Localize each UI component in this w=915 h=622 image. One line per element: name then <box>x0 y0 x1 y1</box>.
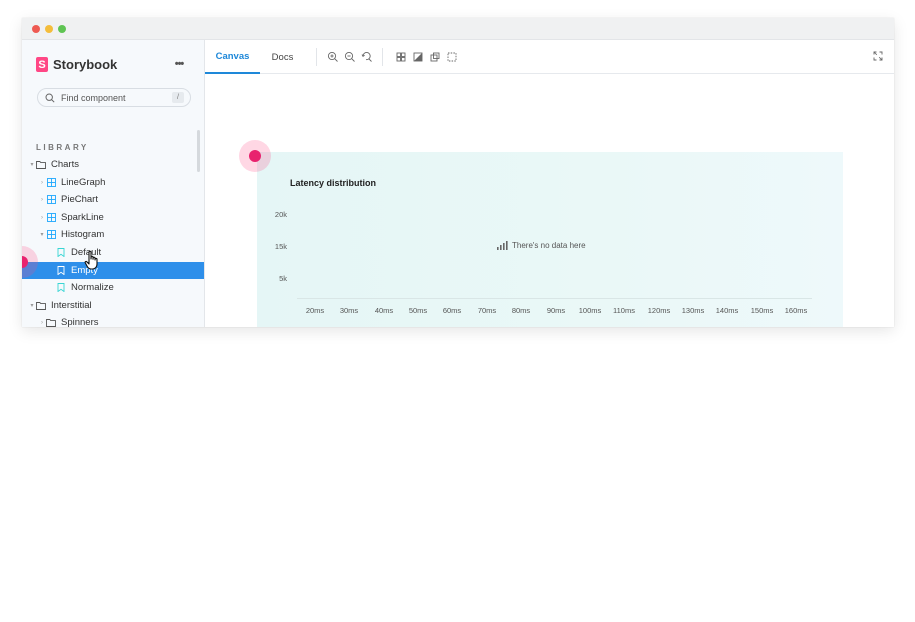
x-tick-label: 120ms <box>647 306 671 315</box>
x-tick-label: 150ms <box>750 306 774 315</box>
tree-item-histogram[interactable]: ▾ Histogram <box>22 226 204 243</box>
storybook-logo-icon: S <box>36 57 48 72</box>
preview-toolbar: Canvas Docs <box>205 40 894 74</box>
app-name: Storybook <box>53 57 118 72</box>
search-shortcut-key: / <box>172 92 184 103</box>
minimize-window-button[interactable] <box>45 25 53 33</box>
search-icon <box>45 92 55 103</box>
x-tick-label: 30ms <box>339 306 359 315</box>
tree-item-spinners[interactable]: › Spinners <box>22 314 204 327</box>
folder-icon <box>46 318 56 328</box>
tree-item-empty[interactable]: Empty <box>22 262 204 279</box>
viewport-icon[interactable] <box>429 51 441 63</box>
folder-icon <box>36 160 46 170</box>
close-window-button[interactable] <box>32 25 40 33</box>
highlight-marker-dot <box>22 256 28 268</box>
bar-chart-icon <box>497 241 508 250</box>
maximize-window-button[interactable] <box>58 25 66 33</box>
story-preview: Latency distribution 20k 15k 5k There's … <box>257 152 843 327</box>
tree-item-label: SparkLine <box>61 212 104 223</box>
x-tick-label: 60ms <box>442 306 462 315</box>
empty-state-text: There's no data here <box>512 241 586 250</box>
highlight-marker <box>239 140 271 172</box>
background-icon[interactable] <box>412 51 424 63</box>
tree-item-label: Spinners <box>61 317 99 327</box>
main-panel: Canvas Docs Latency distribution 20k 15k… <box>204 40 894 327</box>
tab-docs[interactable]: Docs <box>260 40 305 74</box>
x-tick-label: 50ms <box>408 306 428 315</box>
chart-title: Latency distribution <box>290 178 377 188</box>
tree-item-normalize[interactable]: Normalize <box>22 279 204 296</box>
x-tick-label: 80ms <box>511 306 531 315</box>
tree-item-sparkline[interactable]: › SparkLine <box>22 209 204 226</box>
x-axis-line <box>297 298 812 299</box>
x-tick-label: 20ms <box>305 306 325 315</box>
chevron-right-icon: › <box>41 196 43 203</box>
component-icon <box>46 230 56 240</box>
chevron-down-icon: ▾ <box>40 232 44 238</box>
x-tick-label: 70ms <box>477 306 497 315</box>
sidebar-menu-button[interactable]: ••• <box>170 58 188 72</box>
storybook-logo[interactable]: S Storybook <box>36 57 117 72</box>
highlight-marker-dot <box>249 150 261 162</box>
x-tick-label: 40ms <box>374 306 394 315</box>
outline-icon[interactable] <box>446 51 458 63</box>
folder-icon <box>36 301 46 311</box>
chevron-right-icon: › <box>41 319 43 326</box>
zoom-reset-icon[interactable] <box>361 51 373 63</box>
zoom-out-icon[interactable] <box>344 51 356 63</box>
grid-icon[interactable] <box>395 51 407 63</box>
sidebar: S Storybook ••• Find component / LIBRARY… <box>22 40 204 327</box>
chevron-right-icon: › <box>41 214 43 221</box>
tree-item-charts[interactable]: ▾ Charts <box>22 156 204 173</box>
x-tick-label: 100ms <box>578 306 602 315</box>
hand-cursor-icon <box>84 250 98 270</box>
search-input[interactable]: Find component / <box>37 88 191 107</box>
y-tick-label: 15k <box>274 242 287 251</box>
bookmark-icon <box>56 283 66 293</box>
bookmark-icon <box>56 248 66 258</box>
window-titlebar <box>22 18 894 40</box>
browser-window: S Storybook ••• Find component / LIBRARY… <box>22 18 894 327</box>
tree-item-label: LineGraph <box>61 177 106 188</box>
tree-item-piechart[interactable]: › PieChart <box>22 191 204 208</box>
y-tick-label: 5k <box>279 274 287 283</box>
chevron-right-icon: › <box>41 179 43 186</box>
tree-item-default[interactable]: Default <box>22 244 204 261</box>
tree-item-label: Interstitial <box>51 300 92 311</box>
y-tick-label: 20k <box>274 210 287 219</box>
component-icon <box>46 195 56 205</box>
toolbar-divider <box>316 48 317 66</box>
tree-item-interstitial[interactable]: ▾ Interstitial <box>22 297 204 314</box>
chevron-down-icon: ▾ <box>30 303 34 309</box>
x-tick-label: 140ms <box>715 306 739 315</box>
section-label-library: LIBRARY <box>36 143 89 152</box>
empty-state-message: There's no data here <box>497 241 586 250</box>
search-placeholder: Find component <box>61 92 126 103</box>
zoom-in-icon[interactable] <box>327 51 339 63</box>
tree-item-label: PieChart <box>61 194 98 205</box>
fullscreen-icon[interactable] <box>873 51 883 61</box>
x-tick-label: 90ms <box>546 306 566 315</box>
tree-item-label: Histogram <box>61 229 105 240</box>
tree-item-linegraph[interactable]: › LineGraph <box>22 174 204 191</box>
tree-item-label: Charts <box>51 159 79 170</box>
bookmark-icon <box>56 266 66 276</box>
component-icon <box>46 178 56 188</box>
chevron-down-icon: ▾ <box>30 162 34 168</box>
component-icon <box>46 213 56 223</box>
tree-item-label: Normalize <box>71 282 114 293</box>
tab-canvas[interactable]: Canvas <box>205 40 260 74</box>
x-tick-label: 160ms <box>784 306 808 315</box>
x-tick-label: 110ms <box>613 306 635 315</box>
toolbar-divider <box>382 48 383 66</box>
x-tick-label: 130ms <box>681 306 705 315</box>
